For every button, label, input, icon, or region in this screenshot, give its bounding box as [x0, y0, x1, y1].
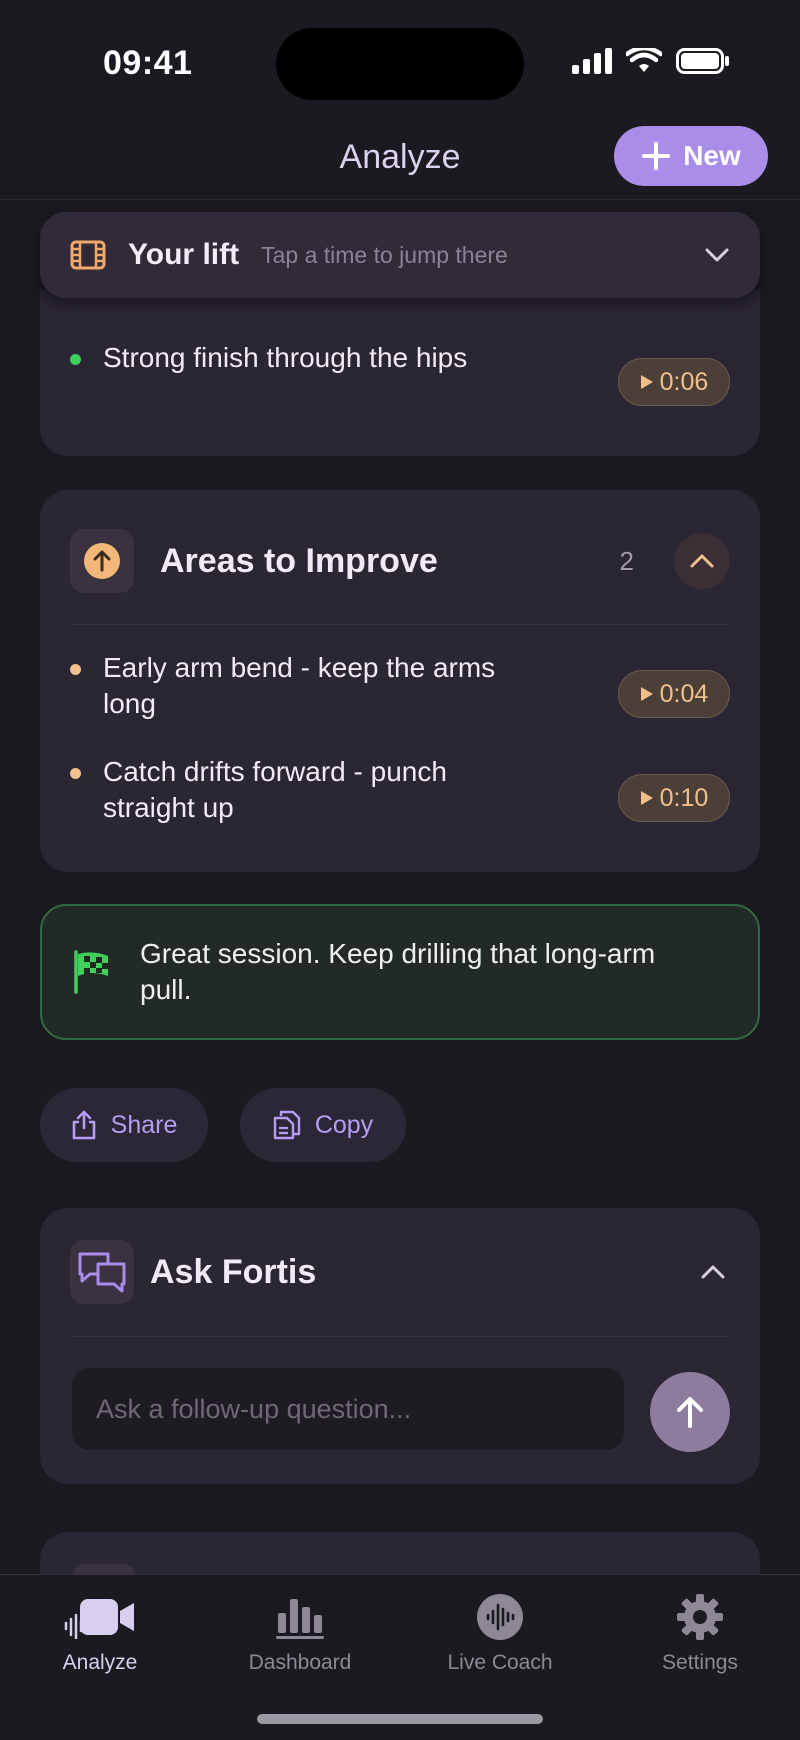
timestamp-button[interactable]: 0:04	[618, 670, 730, 718]
ask-header: Ask Fortis	[70, 1240, 730, 1304]
new-button-label: New	[683, 140, 741, 171]
status-bar: 09:41	[0, 0, 800, 120]
lift-hint: Tap a time to jump there	[261, 241, 508, 268]
divider	[70, 1336, 730, 1337]
ask-title: Ask Fortis	[150, 1252, 317, 1291]
ask-card: Ask Fortis	[40, 1208, 760, 1484]
home-indicator	[257, 1714, 543, 1724]
divider	[70, 624, 730, 625]
timestamp-button[interactable]: 0:10	[618, 774, 730, 822]
signal-icon	[572, 48, 612, 74]
chat-bubbles-icon	[78, 1252, 126, 1293]
checkered-flag-icon	[74, 950, 108, 994]
improve-item-text: Early arm bend - keep the arms long	[103, 652, 496, 719]
timestamp-label: 0:04	[659, 679, 709, 708]
copy-label: Copy	[314, 1110, 374, 1139]
improve-title: Areas to Improve	[160, 541, 438, 580]
video-camera-icon	[64, 1591, 136, 1643]
share-label: Share	[110, 1110, 178, 1139]
play-icon	[640, 687, 653, 701]
share-icon	[72, 1110, 95, 1140]
question-input[interactable]	[72, 1368, 624, 1450]
waveform-icon	[476, 1591, 524, 1643]
improve-header: Areas to Improve 2	[70, 529, 730, 593]
chevron-up-icon	[690, 554, 714, 568]
share-button[interactable]: Share	[40, 1088, 208, 1162]
tab-dashboard[interactable]: Dashboard	[220, 1591, 380, 1675]
play-icon	[640, 791, 653, 805]
lift-item-text: Strong finish through the hips	[103, 342, 468, 373]
summary-card: Great session. Keep drilling that long-a…	[40, 904, 760, 1040]
lift-title: Your lift	[128, 238, 240, 271]
lift-card: Strong finish through the hips 0:06	[40, 290, 760, 456]
status-time: 09:41	[103, 44, 193, 82]
play-icon	[640, 375, 653, 389]
copy-button[interactable]: Copy	[240, 1088, 406, 1162]
status-icons	[572, 48, 730, 74]
improve-icon-tile	[70, 529, 134, 593]
summary-text: Great session. Keep drilling that long-a…	[140, 938, 656, 1005]
tab-live-coach[interactable]: Live Coach	[420, 1591, 580, 1675]
timestamp-label: 0:06	[659, 367, 709, 396]
collapse-button[interactable]	[674, 533, 730, 589]
tab-analyze[interactable]: Analyze	[20, 1591, 180, 1675]
dynamic-island	[276, 28, 524, 100]
improve-count: 2	[619, 545, 634, 576]
arrow-up-icon	[677, 1397, 703, 1428]
tab-label: Live Coach	[447, 1651, 553, 1674]
tab-label: Analyze	[62, 1651, 138, 1674]
film-icon	[70, 240, 106, 270]
timestamp-button[interactable]: 0:06	[618, 358, 730, 406]
new-analysis-button[interactable]: New	[614, 126, 768, 186]
tab-label: Settings	[662, 1651, 738, 1674]
tab-label: Dashboard	[248, 1651, 352, 1674]
improve-card: Areas to Improve 2 Early arm bend - keep…	[40, 490, 760, 872]
wifi-icon	[626, 48, 662, 72]
lift-sticky-header[interactable]: Your lift Tap a time to jump there	[40, 212, 760, 298]
battery-icon	[676, 48, 729, 74]
timestamp-label: 0:10	[659, 783, 709, 812]
tab-settings[interactable]: Settings	[620, 1591, 780, 1675]
nav-header: Analyze New	[0, 118, 800, 200]
bullet-dot	[70, 768, 81, 779]
chevron-up-icon[interactable]	[700, 1264, 726, 1280]
ask-icon-tile	[70, 1240, 134, 1304]
bullet-dot	[70, 354, 81, 365]
plus-icon	[642, 142, 671, 170]
improve-item-text: Catch drifts forward - punch straight up	[103, 756, 447, 823]
copy-icon	[273, 1110, 301, 1140]
bullet-dot	[70, 664, 81, 675]
arrow-up-circle-icon	[84, 543, 120, 579]
bar-chart-icon	[274, 1591, 326, 1643]
gear-icon	[676, 1591, 724, 1643]
send-button[interactable]	[650, 1372, 730, 1452]
chevron-down-icon[interactable]	[704, 247, 730, 263]
